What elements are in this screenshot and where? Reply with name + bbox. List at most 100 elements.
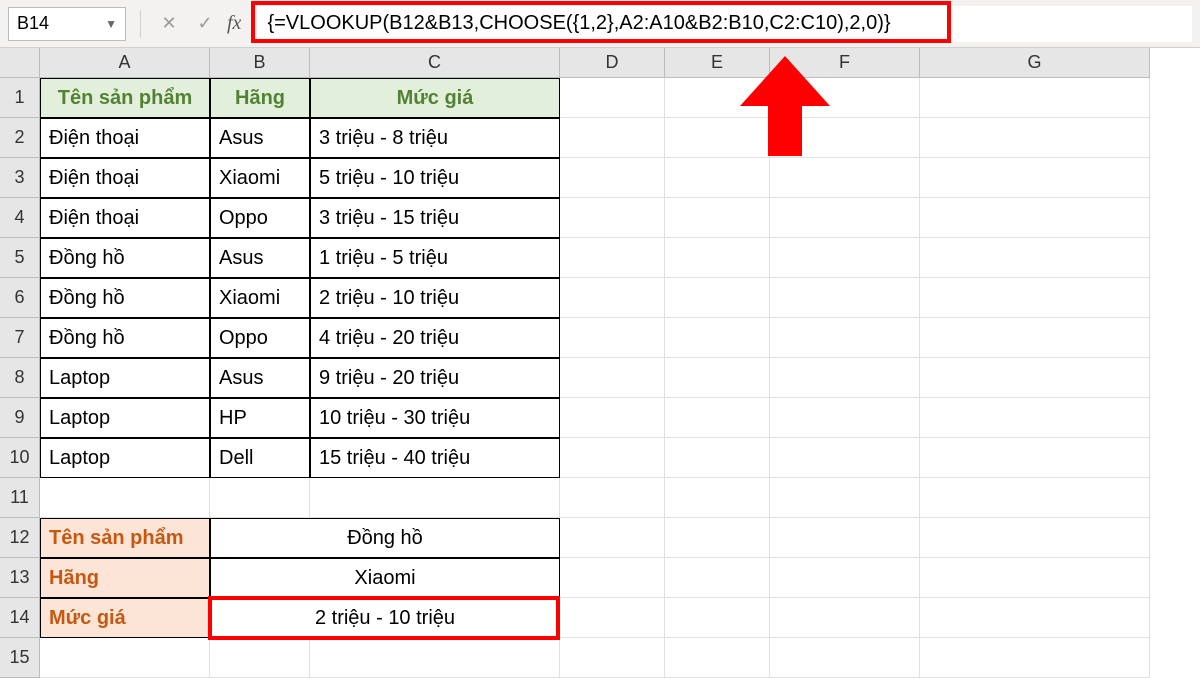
cell[interactable]: 4 triệu - 20 triệu: [310, 318, 560, 358]
cell[interactable]: [920, 118, 1150, 158]
cell[interactable]: [665, 358, 770, 398]
cell[interactable]: [770, 558, 920, 598]
cell[interactable]: Laptop: [40, 438, 210, 478]
cell[interactable]: [560, 558, 665, 598]
cell[interactable]: Xiaomi: [210, 278, 310, 318]
cell[interactable]: 15 triệu - 40 triệu: [310, 438, 560, 478]
cell[interactable]: [770, 398, 920, 438]
row-header[interactable]: 4: [0, 198, 40, 238]
column-header[interactable]: D: [560, 48, 665, 78]
cell[interactable]: [770, 518, 920, 558]
cell[interactable]: [920, 78, 1150, 118]
select-all-corner[interactable]: [0, 48, 40, 78]
cell[interactable]: 1 triệu - 5 triệu: [310, 238, 560, 278]
row-header[interactable]: 13: [0, 558, 40, 598]
cell[interactable]: [560, 478, 665, 518]
cell[interactable]: [770, 118, 920, 158]
cell[interactable]: [560, 638, 665, 678]
cell[interactable]: [920, 478, 1150, 518]
cell[interactable]: [560, 318, 665, 358]
cell[interactable]: [770, 638, 920, 678]
cell[interactable]: 3 triệu - 8 triệu: [310, 118, 560, 158]
row-header[interactable]: 7: [0, 318, 40, 358]
cell[interactable]: Laptop: [40, 358, 210, 398]
cell[interactable]: Asus: [210, 238, 310, 278]
cell[interactable]: [920, 398, 1150, 438]
cell[interactable]: [665, 278, 770, 318]
cell[interactable]: Đồng hồ: [40, 278, 210, 318]
cell[interactable]: [665, 518, 770, 558]
row-header[interactable]: 9: [0, 398, 40, 438]
cell[interactable]: [40, 638, 210, 678]
cell[interactable]: [560, 158, 665, 198]
cell[interactable]: Laptop: [40, 398, 210, 438]
lookup-value[interactable]: 2 triệu - 10 triệu: [210, 598, 560, 638]
cell[interactable]: [770, 238, 920, 278]
cell[interactable]: Điện thoại: [40, 118, 210, 158]
cell[interactable]: [665, 78, 770, 118]
chevron-down-icon[interactable]: ▼: [105, 17, 117, 31]
accept-formula-icon[interactable]: ✓: [191, 10, 219, 38]
cell[interactable]: [665, 318, 770, 358]
cell[interactable]: [770, 198, 920, 238]
cell[interactable]: [560, 118, 665, 158]
cell[interactable]: [770, 278, 920, 318]
table-header[interactable]: Hãng: [210, 78, 310, 118]
cancel-formula-icon[interactable]: ✕: [155, 10, 183, 38]
lookup-label[interactable]: Tên sản phẩm: [40, 518, 210, 558]
cell[interactable]: 3 triệu - 15 triệu: [310, 198, 560, 238]
lookup-label[interactable]: Mức giá: [40, 598, 210, 638]
cell[interactable]: [920, 238, 1150, 278]
cell[interactable]: [40, 478, 210, 518]
cell[interactable]: [920, 198, 1150, 238]
column-header[interactable]: G: [920, 48, 1150, 78]
cell[interactable]: Đồng hồ: [40, 318, 210, 358]
cell[interactable]: [770, 318, 920, 358]
row-header[interactable]: 12: [0, 518, 40, 558]
column-header[interactable]: C: [310, 48, 560, 78]
cell[interactable]: [665, 398, 770, 438]
row-header[interactable]: 6: [0, 278, 40, 318]
cell[interactable]: Oppo: [210, 198, 310, 238]
cell[interactable]: Đồng hồ: [40, 238, 210, 278]
cell[interactable]: [920, 518, 1150, 558]
cell[interactable]: [920, 638, 1150, 678]
row-header[interactable]: 5: [0, 238, 40, 278]
cell[interactable]: [560, 438, 665, 478]
row-header[interactable]: 10: [0, 438, 40, 478]
cell[interactable]: [560, 358, 665, 398]
cell[interactable]: 10 triệu - 30 triệu: [310, 398, 560, 438]
row-header[interactable]: 2: [0, 118, 40, 158]
cell[interactable]: [665, 198, 770, 238]
cell[interactable]: [665, 158, 770, 198]
cell[interactable]: [920, 438, 1150, 478]
row-header[interactable]: 3: [0, 158, 40, 198]
cell[interactable]: [920, 598, 1150, 638]
cell[interactable]: [310, 638, 560, 678]
cell[interactable]: [560, 198, 665, 238]
cell[interactable]: 5 triệu - 10 triệu: [310, 158, 560, 198]
formula-input[interactable]: {=VLOOKUP(B12&B13,CHOOSE({1,2},A2:A10&B2…: [257, 6, 1192, 42]
cell[interactable]: [210, 638, 310, 678]
cell[interactable]: [210, 478, 310, 518]
lookup-value[interactable]: Xiaomi: [210, 558, 560, 598]
cell[interactable]: 9 triệu - 20 triệu: [310, 358, 560, 398]
cell[interactable]: [560, 278, 665, 318]
column-header[interactable]: F: [770, 48, 920, 78]
column-header[interactable]: E: [665, 48, 770, 78]
cell[interactable]: [560, 598, 665, 638]
cell[interactable]: [920, 558, 1150, 598]
cell[interactable]: [560, 78, 665, 118]
cell[interactable]: [920, 358, 1150, 398]
cell[interactable]: [770, 358, 920, 398]
column-header[interactable]: B: [210, 48, 310, 78]
cell[interactable]: Điện thoại: [40, 158, 210, 198]
cell[interactable]: 2 triệu - 10 triệu: [310, 278, 560, 318]
cell[interactable]: Oppo: [210, 318, 310, 358]
cell[interactable]: [665, 638, 770, 678]
cell[interactable]: Asus: [210, 118, 310, 158]
row-header[interactable]: 15: [0, 638, 40, 678]
name-box[interactable]: B14 ▼: [8, 7, 126, 41]
cell[interactable]: Asus: [210, 358, 310, 398]
row-header[interactable]: 8: [0, 358, 40, 398]
